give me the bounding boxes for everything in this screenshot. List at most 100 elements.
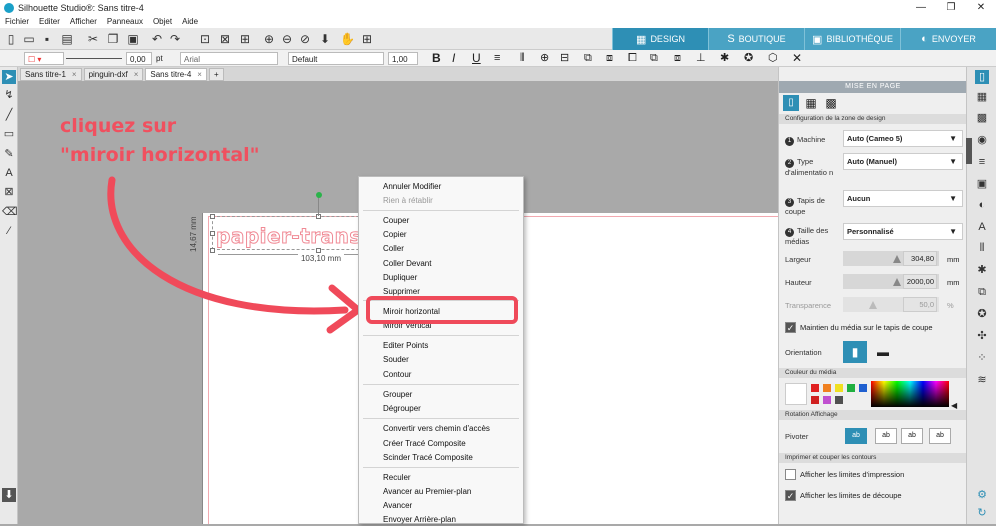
save-icon[interactable]: ▪ bbox=[40, 32, 54, 46]
color-swatch[interactable] bbox=[823, 396, 831, 404]
menu-item-copy[interactable]: Copier bbox=[383, 229, 407, 241]
history-icon[interactable]: ↻ bbox=[975, 506, 989, 520]
image-effects-icon[interactable]: ▣ bbox=[975, 177, 989, 191]
color-picker-gradient[interactable] bbox=[871, 381, 949, 407]
menu-item-ungroup[interactable]: Dégrouper bbox=[383, 403, 421, 415]
offset-icon[interactable]: ✣ bbox=[975, 329, 989, 343]
zoom-out-icon[interactable]: ⊖ bbox=[280, 32, 294, 46]
group-icon[interactable]: ⧉ bbox=[650, 52, 658, 65]
settings-icon[interactable]: ⚙ bbox=[975, 488, 989, 502]
menu-item-duplicate[interactable]: Dupliquer bbox=[383, 272, 417, 284]
shapes-icon[interactable]: ✱ bbox=[720, 52, 729, 65]
download-icon[interactable]: ⬇ bbox=[2, 488, 16, 502]
doc-tab-close-icon[interactable]: × bbox=[72, 69, 77, 80]
slider-thumb[interactable] bbox=[893, 255, 901, 263]
landscape-icon[interactable]: ▬ bbox=[871, 341, 895, 363]
transparency-input[interactable]: 50,0 bbox=[903, 297, 937, 312]
pointer-icon[interactable]: ➤ bbox=[2, 70, 16, 84]
weld-icon[interactable]: ⧉ bbox=[584, 52, 592, 65]
align-panel-icon[interactable]: ⫴ bbox=[975, 241, 989, 255]
slider-thumb[interactable] bbox=[869, 301, 877, 309]
text-style-icon[interactable]: A bbox=[975, 220, 989, 234]
color-swatch[interactable] bbox=[835, 396, 843, 404]
font-select[interactable]: Arial bbox=[180, 52, 278, 65]
ungroup-icon[interactable]: ⧈ bbox=[674, 52, 681, 65]
page-tab-icon[interactable]: ▯ bbox=[783, 95, 799, 111]
rotate-90-button[interactable]: ab bbox=[875, 428, 897, 444]
menu-item-bring-forward[interactable]: Avancer bbox=[383, 500, 412, 512]
menu-panneaux[interactable]: Panneaux bbox=[107, 16, 143, 28]
text-tool-icon[interactable]: A bbox=[2, 166, 16, 180]
doc-tab-active[interactable]: Sans titre-4 × bbox=[145, 68, 207, 81]
open-folder-icon[interactable]: ▭ bbox=[22, 32, 36, 46]
underline-icon[interactable]: U bbox=[472, 52, 481, 65]
pencil-tool-icon[interactable]: ✎ bbox=[2, 147, 16, 161]
bold-icon[interactable]: B bbox=[432, 52, 441, 65]
paste-icon[interactable]: ▣ bbox=[126, 32, 140, 46]
fill-color-icon[interactable]: ◉ bbox=[975, 133, 989, 147]
color-swatch[interactable] bbox=[859, 384, 867, 392]
tab-envoyer[interactable]: ◐ ENVOYER bbox=[900, 28, 996, 50]
deselect-icon[interactable]: ⊠ bbox=[218, 32, 232, 46]
minimize-button[interactable]: — bbox=[906, 0, 936, 16]
rotate-180-button[interactable]: ab bbox=[901, 428, 923, 444]
doc-tab-close-icon[interactable]: × bbox=[197, 69, 202, 80]
menu-fichier[interactable]: Fichier bbox=[5, 16, 29, 28]
menu-item-paste[interactable]: Coller bbox=[383, 243, 404, 255]
rotate-270-button[interactable]: ab bbox=[929, 428, 951, 444]
redo-icon[interactable]: ↷ bbox=[168, 32, 182, 46]
sketch-icon[interactable]: ≋ bbox=[975, 373, 989, 387]
menu-item-send-backward[interactable]: Reculer bbox=[383, 472, 411, 484]
menu-item-offset[interactable]: Contour bbox=[383, 369, 411, 381]
move-down-icon[interactable]: ⬇ bbox=[318, 32, 332, 46]
copy-icon[interactable]: ❐ bbox=[106, 32, 120, 46]
line-tool-icon[interactable]: ╱ bbox=[2, 108, 16, 122]
height-input[interactable]: 2000,00 bbox=[903, 274, 937, 289]
stroke-width-input[interactable]: 0,00 bbox=[126, 52, 152, 65]
new-tab-button[interactable]: + bbox=[208, 68, 224, 81]
keep-media-checkbox[interactable]: ✓ bbox=[785, 322, 796, 333]
print-icon[interactable]: ▤ bbox=[60, 32, 74, 46]
contrast-icon[interactable]: ◐ bbox=[975, 198, 989, 212]
media-size-select[interactable]: Personnalisé ▼ bbox=[843, 223, 963, 240]
line-style-icon[interactable]: ≡ bbox=[975, 155, 989, 169]
show-cut-limits-checkbox[interactable]: ✓ bbox=[785, 490, 796, 501]
align-icon[interactable]: ⫴ bbox=[520, 52, 525, 65]
knife-tool-icon[interactable]: ⁄ bbox=[2, 224, 16, 238]
panel-scrollbar[interactable] bbox=[966, 138, 972, 164]
feed-select[interactable]: Auto (Manuel) ▼ bbox=[843, 153, 963, 170]
box-3d-icon[interactable]: ⬡ bbox=[768, 52, 778, 65]
machine-select[interactable]: Auto (Cameo 5) ▼ bbox=[843, 130, 963, 147]
grid-tab-icon[interactable]: ▦ bbox=[803, 95, 819, 111]
intersect-icon[interactable]: ⧠ bbox=[628, 52, 637, 65]
italic-icon[interactable]: I bbox=[452, 52, 455, 65]
line-style-select[interactable] bbox=[66, 52, 122, 59]
menu-aide[interactable]: Aide bbox=[182, 16, 198, 28]
zoom-area-icon[interactable]: ⊘ bbox=[298, 32, 312, 46]
subtract-icon[interactable]: ⧈ bbox=[606, 52, 613, 65]
rotate-0-button[interactable]: ab bbox=[845, 428, 867, 444]
menu-item-group[interactable]: Grouper bbox=[383, 389, 412, 401]
color-swatch[interactable] bbox=[835, 384, 843, 392]
menu-item-undo[interactable]: Annuler Modifier bbox=[383, 181, 441, 193]
font-size-input[interactable]: 1,00 bbox=[388, 52, 418, 65]
maximize-button[interactable]: ❐ bbox=[936, 0, 966, 16]
undo-icon[interactable]: ↶ bbox=[150, 32, 164, 46]
select-all-icon[interactable]: ⊡ bbox=[198, 32, 212, 46]
cut-icon[interactable]: ✂ bbox=[86, 32, 100, 46]
menu-item-send-back[interactable]: Envoyer Arrière-plan bbox=[383, 514, 456, 526]
doc-tab-close-icon[interactable]: × bbox=[134, 69, 139, 80]
mat-select[interactable]: Aucun ▼ bbox=[843, 190, 963, 207]
line-color-select[interactable]: ☐ ▾ bbox=[24, 52, 64, 65]
badge-icon[interactable]: ✪ bbox=[744, 52, 753, 65]
align-bottom-icon[interactable]: ⊥ bbox=[696, 52, 706, 65]
edit-points-icon[interactable]: ↯ bbox=[2, 88, 16, 102]
fill-tool-icon[interactable]: ⊠ bbox=[2, 185, 16, 199]
fit-page-icon[interactable]: ⊞ bbox=[360, 32, 374, 46]
menu-item-make-compound[interactable]: Créer Tracé Composite bbox=[383, 438, 466, 450]
menu-item-edit-points[interactable]: Editer Points bbox=[383, 340, 428, 352]
modify-icon[interactable]: ✪ bbox=[975, 307, 989, 321]
pan-hand-icon[interactable]: ✋ bbox=[340, 32, 355, 46]
color-swatch[interactable] bbox=[847, 384, 855, 392]
menu-afficher[interactable]: Afficher bbox=[70, 16, 97, 28]
